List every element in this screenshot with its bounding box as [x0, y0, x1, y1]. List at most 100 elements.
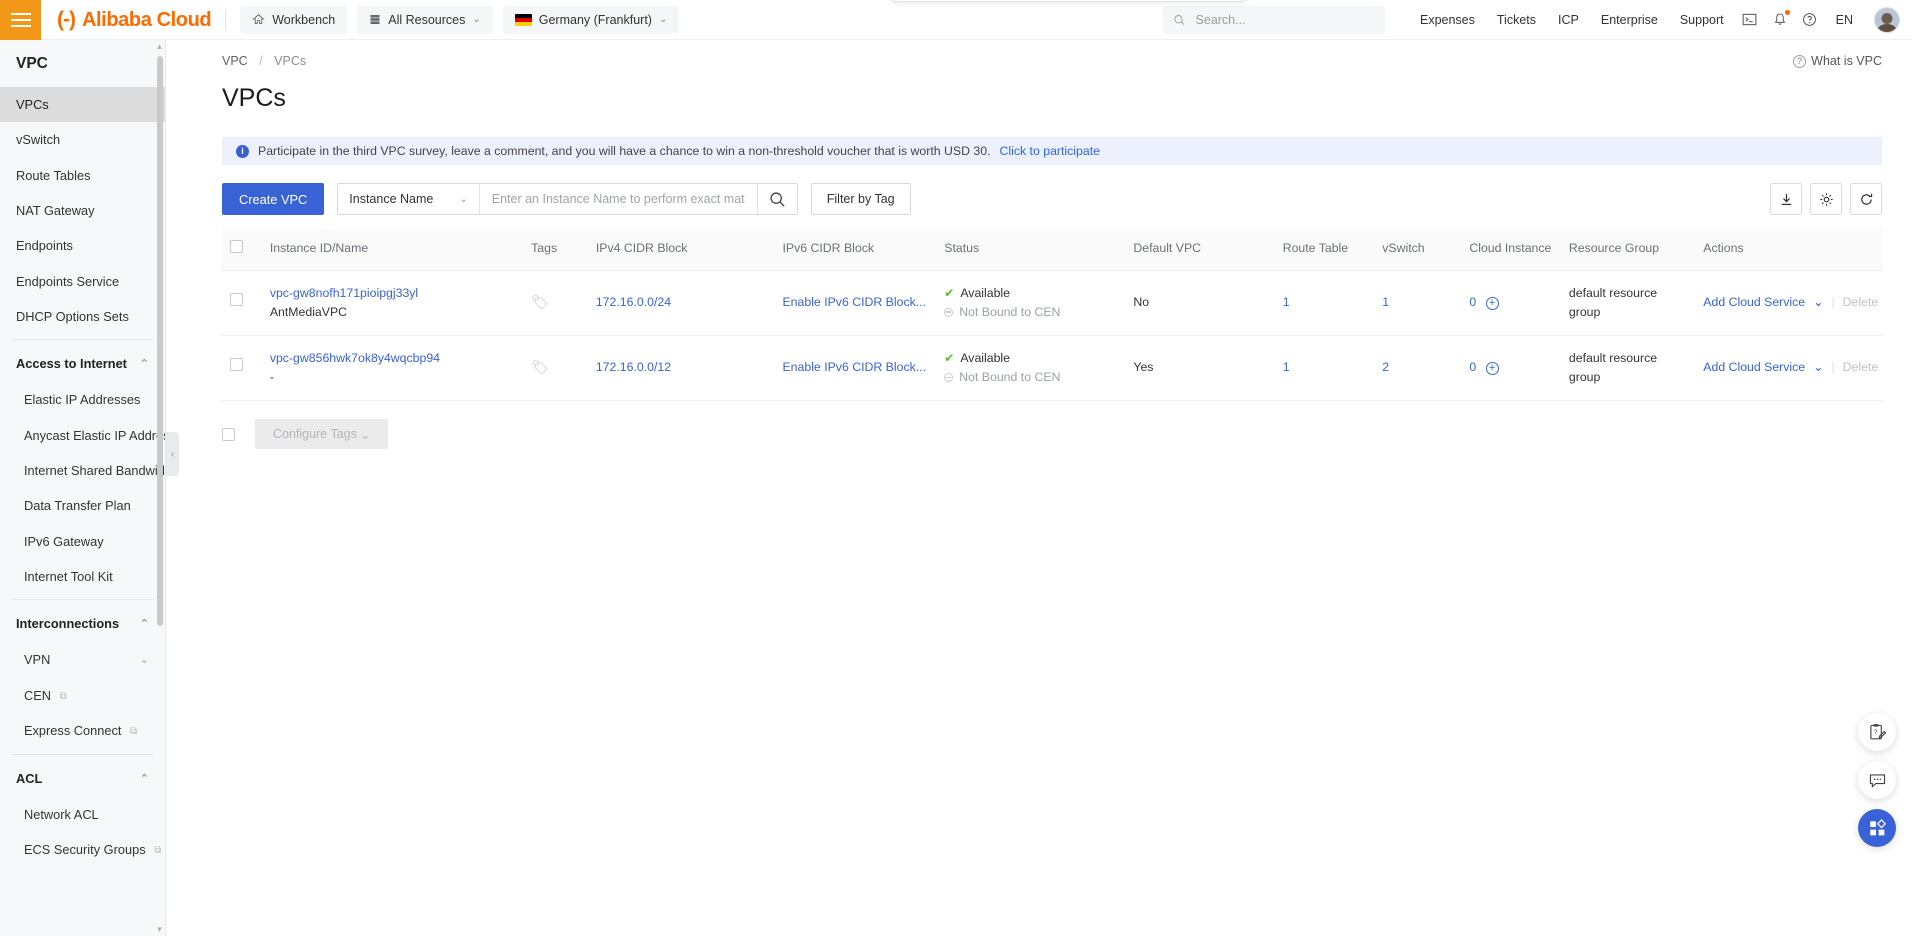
route-table-link[interactable]: 1 [1283, 360, 1290, 374]
nav-tickets[interactable]: Tickets [1486, 0, 1547, 40]
nav-expenses[interactable]: Expenses [1409, 0, 1486, 40]
row-checkbox[interactable] [230, 293, 243, 307]
sidebar-item-data-transfer-plan[interactable]: Data Transfer Plan [0, 488, 165, 523]
cloud-shell-button[interactable] [1735, 0, 1765, 40]
instance-search-input[interactable] [479, 184, 757, 214]
filter-by-tag-button[interactable]: Filter by Tag [810, 183, 911, 215]
sidebar-item-vpn[interactable]: VPN ⌄ [0, 642, 165, 677]
ipv4-cidr-link[interactable]: 172.16.0.0/12 [596, 360, 671, 374]
sidebar-item-dhcp-options-sets[interactable]: DHCP Options Sets [0, 299, 165, 334]
feedback-button[interactable] [1858, 761, 1896, 799]
plus-circle-icon[interactable]: + [1485, 362, 1499, 376]
sidebar-item-express-connect[interactable]: Express Connect ⧉ [0, 713, 165, 748]
sidebar-group-interconnections[interactable]: Interconnections ⌃ [0, 605, 165, 642]
sidebar-collapse-toggle[interactable]: ‹ [166, 432, 179, 476]
search-submit-button[interactable] [756, 184, 797, 214]
tag-icon[interactable]: 🏷 [531, 294, 549, 310]
brand-logo[interactable]: (-) Alibaba Cloud [57, 8, 212, 31]
cell-route-table: 1 [1274, 335, 1375, 402]
global-search-input[interactable] [1193, 11, 1375, 28]
configure-tags-button[interactable]: Configure Tags ⌄ [255, 419, 389, 450]
add-cloud-service-link[interactable]: Add Cloud Service [1703, 293, 1805, 312]
add-cloud-service-link[interactable]: Add Cloud Service [1703, 358, 1805, 377]
ipv4-cidr-link[interactable]: 172.16.0.0/24 [596, 295, 671, 309]
help-button[interactable] [1795, 0, 1825, 40]
bulk-select-checkbox[interactable] [222, 427, 235, 441]
header-divider [225, 9, 227, 30]
tag-icon[interactable]: 🏷 [531, 359, 549, 375]
top-header: (-) Alibaba Cloud Workbench All Resource… [0, 0, 1912, 40]
scroll-down-arrow-icon[interactable]: ▾ [155, 925, 164, 934]
settings-button[interactable] [1810, 183, 1842, 215]
sidebar-item-cen[interactable]: CEN ⧉ [0, 678, 165, 713]
sidebar-item-route-tables[interactable]: Route Tables [0, 158, 165, 193]
col-ipv4-cidr-block: IPv4 CIDR Block [587, 229, 775, 271]
nav-enterprise[interactable]: Enterprise [1590, 0, 1669, 40]
survey-banner-link[interactable]: Click to participate [1000, 144, 1100, 158]
instance-id-link[interactable]: vpc-gw8nofh171pioipgj33yl [270, 286, 418, 300]
sidebar-item-internet-tool-kit[interactable]: Internet Tool Kit [0, 559, 165, 594]
refresh-button[interactable] [1850, 183, 1882, 215]
what-is-vpc-label: What is VPC [1811, 54, 1882, 68]
instance-name: AntMediaVPC [269, 304, 348, 319]
sidebar-item-vswitch[interactable]: vSwitch [0, 122, 165, 157]
chevron-down-icon[interactable]: ⌄ [1813, 293, 1823, 312]
action-separator: | [1831, 295, 1835, 310]
sidebar-item-network-acl[interactable]: Network ACL [0, 797, 165, 832]
avatar[interactable] [1874, 6, 1900, 33]
sidebar-item-elastic-ip-addresses[interactable]: Elastic IP Addresses [0, 382, 165, 417]
chevron-up-icon: ⌃ [139, 358, 149, 371]
cloud-instance-link[interactable]: 0 [1469, 295, 1476, 309]
row-checkbox[interactable] [230, 358, 243, 372]
chevron-down-icon: ⌄ [459, 193, 468, 205]
status-badge: ✔ Available [944, 349, 1117, 368]
sidebar-item-nat-gateway[interactable]: NAT Gateway [0, 193, 165, 228]
plus-circle-icon[interactable]: + [1485, 297, 1499, 311]
sidebar-item-ecs-security-groups[interactable]: ECS Security Groups ⧉ [0, 832, 165, 867]
vswitch-link[interactable]: 2 [1382, 360, 1389, 374]
enable-ipv6-link[interactable]: Enable IPv6 CIDR Block... [782, 295, 926, 309]
hamburger-icon[interactable] [0, 0, 41, 40]
region-selector[interactable]: Germany (Frankfurt) ⌄ [502, 5, 680, 34]
cloud-instance-link[interactable]: 0 [1469, 360, 1476, 374]
filter-field-select[interactable]: Instance Name ⌄ [338, 184, 480, 214]
instance-id-link[interactable]: vpc-gw856hwk7ok8y4wqcbp94 [270, 351, 440, 365]
language-selector[interactable]: EN [1825, 0, 1864, 40]
apps-button[interactable] [1858, 809, 1896, 847]
all-resources-button[interactable]: All Resources ⌄ [357, 5, 493, 34]
workbench-button[interactable]: Workbench [240, 5, 348, 34]
sidebar-item-label: CEN [24, 687, 52, 703]
cen-status-label: Not Bound to CEN [959, 304, 1061, 319]
what-is-vpc-link[interactable]: ? What is VPC [1793, 54, 1882, 68]
sidebar-group-acl[interactable]: ACL ⌃ [0, 760, 165, 797]
alibaba-cloud-mark: (-) [57, 8, 76, 31]
survey-button[interactable]: ? [1858, 713, 1896, 751]
sidebar-item-endpoints-service[interactable]: Endpoints Service [0, 264, 165, 299]
sidebar-item-vpcs[interactable]: VPCs [0, 87, 165, 123]
home-icon [252, 14, 265, 25]
survey-banner-text: Participate in the third VPC survey, lea… [258, 144, 991, 158]
delete-link: Delete [1842, 360, 1879, 375]
sidebar-item-internet-shared-bandwidth[interactable]: Internet Shared Bandwidth [0, 453, 165, 488]
sidebar-item-label: VPCs [16, 97, 49, 112]
sidebar-item-endpoints[interactable]: Endpoints [0, 228, 165, 263]
enable-ipv6-link[interactable]: Enable IPv6 CIDR Block... [782, 360, 926, 374]
sidebar-group-access-to-internet[interactable]: Access to Internet ⌃ [0, 345, 165, 382]
route-table-link[interactable]: 1 [1283, 295, 1290, 309]
nav-icp[interactable]: ICP [1547, 0, 1590, 40]
sidebar-item-anycast-elastic-ip-addresses[interactable]: Anycast Elastic IP Addresses [0, 418, 165, 453]
create-vpc-button[interactable]: Create VPC [222, 183, 325, 215]
breadcrumb-root[interactable]: VPC [222, 54, 248, 68]
sidebar-item-label: VPN [24, 652, 51, 668]
global-search[interactable] [1162, 5, 1385, 34]
chevron-down-icon[interactable]: ⌄ [1813, 358, 1823, 377]
cell-default-vpc: Yes [1125, 335, 1275, 402]
notifications-button[interactable] [1765, 0, 1795, 40]
nav-support[interactable]: Support [1669, 0, 1735, 40]
download-button[interactable] [1770, 183, 1802, 215]
vswitch-link[interactable]: 1 [1382, 295, 1389, 309]
select-all-checkbox[interactable] [230, 240, 243, 253]
sidebar-item-ipv6-gateway[interactable]: IPv6 Gateway [0, 524, 165, 559]
col-ipv6-cidr-block: IPv6 CIDR Block [774, 229, 937, 271]
sidebar-scrollbar-thumb[interactable] [157, 56, 163, 626]
